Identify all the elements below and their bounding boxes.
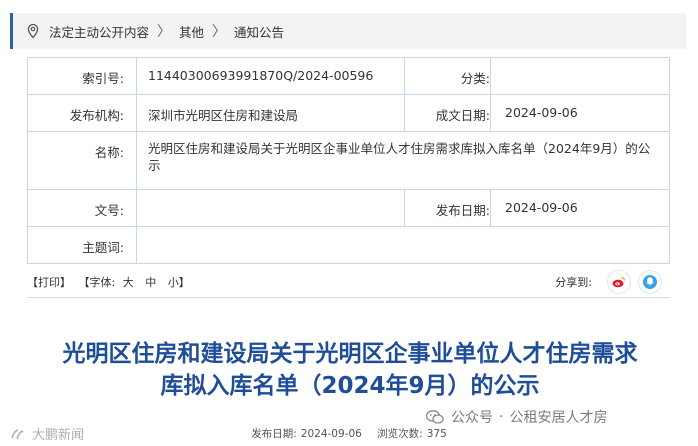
article-title-line2: 库拟入库名单（2024年9月）的公示: [160, 373, 540, 399]
qzone-share-button[interactable]: [638, 270, 662, 294]
article-title: 光明区住房和建设局关于光明区企事业单位人才住房需求 库拟入库名单（2024年9月…: [20, 338, 680, 402]
pub-date-value: 2024-09-06: [300, 428, 362, 440]
name-label: 名称:: [27, 131, 137, 190]
share-bar: 分享到:: [555, 270, 662, 294]
meta-row: 名称: 光明区住房和建设局关于光明区企事业单位人才住房需求库拟入库名单（2024…: [27, 131, 670, 190]
font-medium-link[interactable]: 中: [145, 276, 156, 289]
watermark-right: 公众号 · 公租安居人才房: [425, 407, 607, 427]
index-label: 索引号:: [27, 57, 137, 95]
subject-label: 主题词:: [27, 226, 137, 264]
watermark-right-prefix: 公众号: [451, 410, 493, 426]
share-label: 分享到:: [555, 276, 592, 289]
published-date-label: 发布日期:: [404, 189, 491, 227]
qzone-icon: [643, 275, 657, 289]
font-size-prefix: 【字体:: [78, 276, 116, 289]
article-toolbar: 【打印】 【字体: 大 中 小】 分享到:: [27, 270, 670, 294]
name-value: 光明区住房和建设局关于光明区企事业单位人才住房需求库拟入库名单（2024年9月）…: [136, 131, 670, 190]
wechat-icon: [425, 410, 444, 424]
publisher-label: 发布机构:: [27, 94, 137, 132]
breadcrumb-separator: 〉: [212, 24, 227, 40]
watermark-right-name: 公租安居人才房: [509, 410, 608, 426]
article-title-line1: 光明区住房和建设局关于光明区企事业单位人才住房需求: [62, 341, 638, 367]
document-metadata-table: 索引号: 11440300693991870Q/2024-00596 分类: 发…: [27, 57, 670, 264]
watermark-left: 大鹏新闻: [10, 424, 84, 443]
breadcrumb-item-notices[interactable]: 通知公告: [234, 22, 284, 41]
meta-row: 索引号: 11440300693991870Q/2024-00596 分类:: [27, 57, 670, 95]
breadcrumb: 法定主动公开内容 〉 其他 〉 通知公告: [10, 13, 686, 49]
docno-label: 文号:: [27, 189, 137, 227]
watermark-left-text: 大鹏新闻: [32, 428, 85, 443]
publish-info: 发布日期: 2024-09-06 浏览次数: 375: [0, 426, 698, 441]
views-label: 浏览次数:: [377, 428, 423, 440]
docno-value: [136, 189, 405, 227]
breadcrumb-item-public-content[interactable]: 法定主动公开内容: [49, 22, 149, 41]
meta-row: 文号: 发布日期: 2024-09-06: [27, 189, 670, 227]
category-label: 分类:: [404, 57, 491, 95]
watermark-logo-icon: [11, 428, 24, 439]
publisher-value: 深圳市光明区住房和建设局: [136, 94, 405, 132]
font-large-link[interactable]: 大: [123, 276, 134, 289]
breadcrumb-separator: 〉: [157, 24, 172, 40]
created-date-value: 2024-09-06: [490, 94, 670, 132]
pub-date-label: 发布日期:: [251, 428, 297, 440]
weibo-icon: [612, 276, 626, 288]
category-value: [490, 57, 670, 95]
breadcrumb-item-other[interactable]: 其他: [179, 22, 204, 41]
print-link[interactable]: 【打印】: [27, 276, 71, 289]
created-date-label: 成文日期:: [404, 94, 491, 132]
subject-value: [136, 226, 670, 264]
location-pin-icon: [25, 23, 41, 39]
meta-row: 主题词:: [27, 226, 670, 264]
divider: [27, 297, 670, 298]
index-value: 11440300693991870Q/2024-00596: [136, 57, 405, 95]
font-small-link[interactable]: 小】: [168, 276, 190, 289]
views-value: 375: [426, 428, 447, 440]
meta-row: 发布机构: 深圳市光明区住房和建设局 成文日期: 2024-09-06: [27, 94, 670, 132]
published-date-value: 2024-09-06: [490, 189, 670, 227]
weibo-share-button[interactable]: [607, 270, 631, 294]
